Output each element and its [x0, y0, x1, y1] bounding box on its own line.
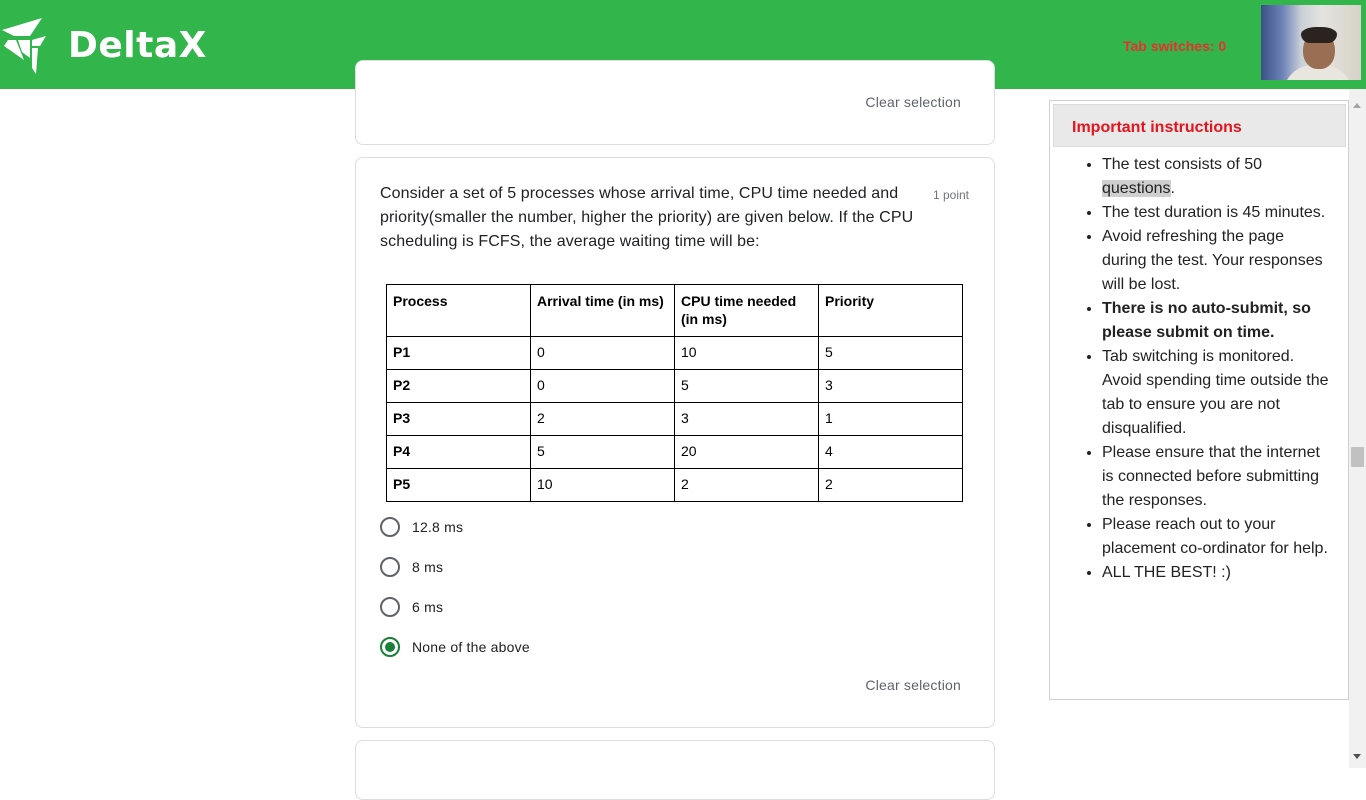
table-cell: 5	[818, 336, 963, 370]
table-header-cell: Priority	[818, 284, 963, 337]
instructions-title: Important instructions	[1072, 119, 1242, 136]
table-cell: P1	[386, 336, 531, 370]
option-label[interactable]: 8 ms	[412, 559, 443, 575]
table-cell: P2	[386, 369, 531, 403]
table-cell: 2	[530, 402, 675, 436]
deltax-logo-icon	[2, 18, 46, 74]
option-label[interactable]: 6 ms	[412, 599, 443, 615]
table-cell: P3	[386, 402, 531, 436]
list-item: ALL THE BEST! :)	[1102, 561, 1332, 585]
table-row: P2 0 5 3	[386, 369, 963, 403]
table-cell: 0	[530, 336, 675, 370]
scrollbar-thumb[interactable]	[1351, 447, 1364, 467]
tab-switch-counter: Tab switches: 0	[1123, 38, 1227, 54]
deltax-logo: DeltaX	[0, 16, 207, 74]
question-text: Consider a set of 5 processes whose arri…	[380, 185, 914, 250]
process-table: Process Arrival time (in ms) CPU time ne…	[386, 284, 963, 502]
option-none-of-the-above[interactable]: None of the above	[380, 635, 530, 659]
table-cell: 1	[818, 402, 963, 436]
instruction-text: .	[1170, 180, 1175, 197]
list-item: The test consists of 50 questions.	[1102, 153, 1332, 201]
table-cell: 5	[530, 435, 675, 469]
table-cell: P5	[386, 468, 531, 502]
clear-selection-button[interactable]: Clear selection	[865, 94, 961, 110]
table-row: P1 0 10 5	[386, 336, 963, 370]
instructions-list: The test consists of 50 questions. The t…	[1084, 153, 1332, 585]
table-cell: 4	[818, 435, 963, 469]
table-cell: 3	[674, 402, 819, 436]
table-header-row: Process Arrival time (in ms) CPU time ne…	[386, 284, 963, 337]
list-item: Tab switching is monitored. Avoid spendi…	[1102, 345, 1332, 441]
instructions-panel: Important instructions The test consists…	[1049, 100, 1349, 700]
page-scrollbar[interactable]	[1349, 89, 1366, 768]
table-cell: 2	[674, 468, 819, 502]
webcam-preview	[1261, 5, 1361, 80]
previous-question-card: Clear selection	[355, 60, 995, 145]
list-item: There is no auto-submit, so please submi…	[1102, 297, 1332, 345]
table-cell: 10	[530, 468, 675, 502]
table-row: P3 2 3 1	[386, 402, 963, 436]
option-12-8-ms[interactable]: 12.8 ms	[380, 515, 463, 539]
table-row: P5 10 2 2	[386, 468, 963, 502]
option-label[interactable]: 12.8 ms	[412, 519, 463, 535]
table-header-cell: Process	[386, 284, 531, 337]
radio-button[interactable]	[380, 597, 400, 617]
list-item: Avoid refreshing the page during the tes…	[1102, 225, 1332, 297]
list-item: Please reach out to your placement co-or…	[1102, 513, 1332, 561]
table-cell: 3	[818, 369, 963, 403]
table-cell: 10	[674, 336, 819, 370]
option-8-ms[interactable]: 8 ms	[380, 555, 443, 579]
option-label[interactable]: None of the above	[412, 639, 530, 655]
instructions-header: Important instructions	[1053, 104, 1346, 147]
radio-button[interactable]	[380, 517, 400, 537]
next-question-card	[355, 740, 995, 800]
clear-selection-button[interactable]: Clear selection	[865, 677, 961, 693]
table-cell: 20	[674, 435, 819, 469]
option-6-ms[interactable]: 6 ms	[380, 595, 443, 619]
table-cell: P4	[386, 435, 531, 469]
table-cell: 2	[818, 468, 963, 502]
scroll-up-arrow-icon[interactable]	[1353, 103, 1361, 108]
list-item: The test duration is 45 minutes.	[1102, 201, 1332, 225]
table-cell: 5	[674, 369, 819, 403]
table-cell: 0	[530, 369, 675, 403]
scroll-down-arrow-icon[interactable]	[1353, 754, 1361, 759]
question-card: Consider a set of 5 processes whose arri…	[355, 157, 995, 728]
highlighted-text: questions	[1102, 180, 1171, 197]
question-points: 1 point	[932, 188, 969, 202]
instruction-text: The test consists of 50	[1102, 156, 1263, 173]
table-header-cell: Arrival time (in ms)	[530, 284, 675, 337]
table-header-cell: CPU time needed (in ms)	[674, 284, 819, 337]
list-item: Please ensure that the internet is conne…	[1102, 441, 1332, 513]
table-row: P4 5 20 4	[386, 435, 963, 469]
radio-button[interactable]	[380, 557, 400, 577]
brand-name: DeltaX	[68, 24, 207, 66]
radio-button-selected[interactable]	[380, 637, 400, 657]
